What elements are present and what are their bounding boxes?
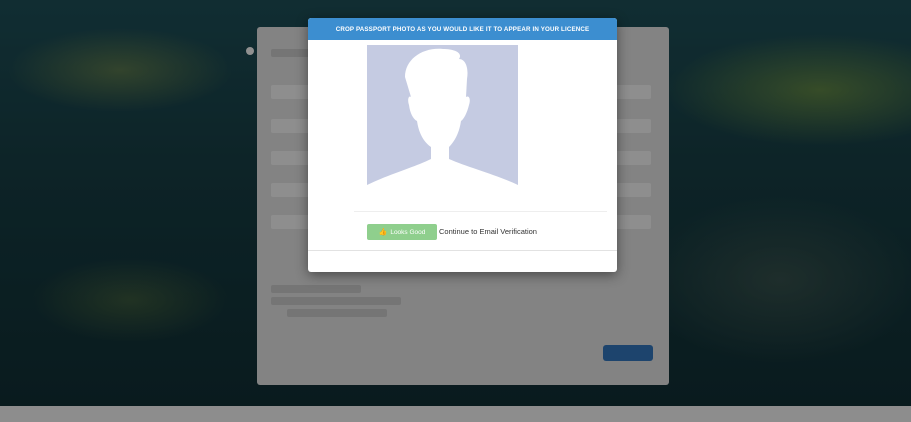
page-footer-strip — [0, 406, 911, 422]
continue-to-email-text: Continue to Email Verification — [439, 227, 537, 236]
modal-title: CROP PASSPORT PHOTO AS YOU WOULD LIKE IT… — [308, 18, 617, 40]
looks-good-button[interactable]: 👍 Looks Good — [367, 224, 437, 240]
thumbs-up-icon: 👍 — [378, 229, 388, 236]
looks-good-label: Looks Good — [390, 228, 426, 236]
modal-footer-divider — [308, 250, 617, 251]
passport-photo-crop-area[interactable] — [367, 45, 518, 195]
divider — [354, 211, 607, 212]
avatar-silhouette-icon — [367, 48, 518, 195]
crop-photo-modal: CROP PASSPORT PHOTO AS YOU WOULD LIKE IT… — [308, 18, 617, 272]
